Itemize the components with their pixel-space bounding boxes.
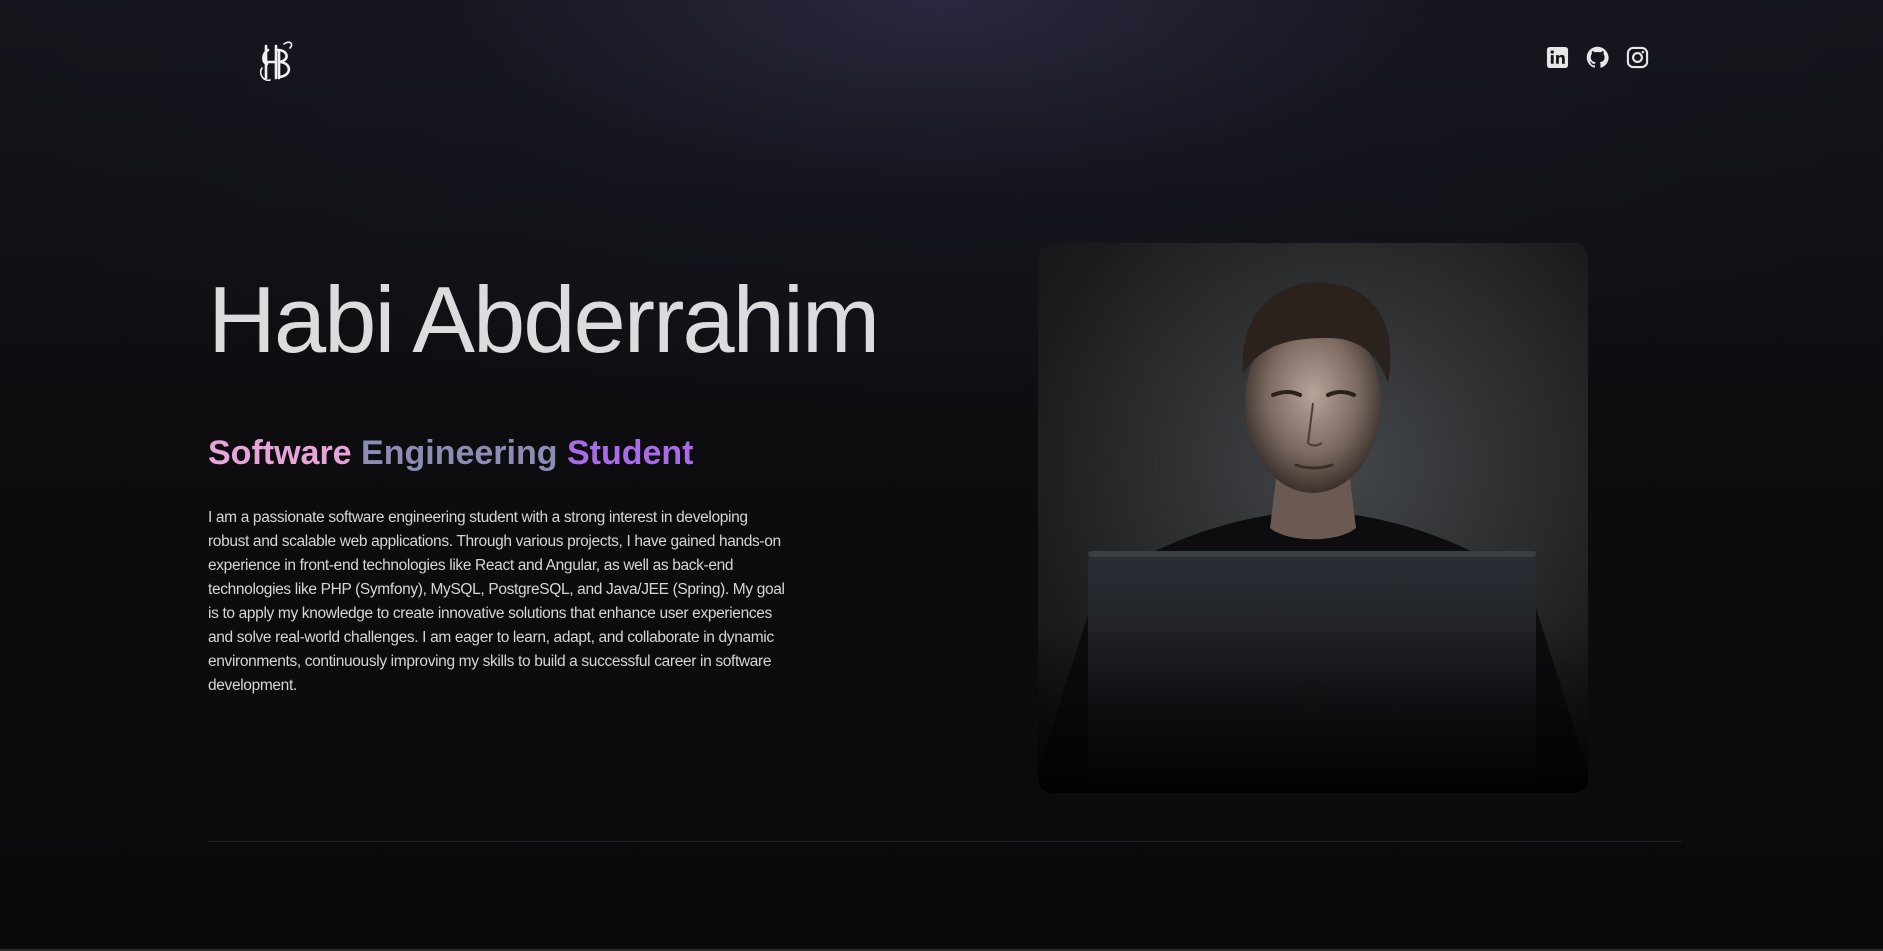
hb-monogram-logo: [259, 41, 293, 82]
hero-bio: I am a passionate software engineering s…: [208, 509, 785, 694]
role-word-student: Student: [566, 434, 694, 472]
profile-photo: [1038, 243, 1588, 793]
instagram-icon[interactable]: [1626, 46, 1649, 69]
github-icon[interactable]: [1586, 46, 1609, 69]
logo[interactable]: [254, 38, 300, 88]
role-word-software: Software: [208, 434, 352, 472]
hero-name: Habi Abderrahim: [208, 267, 880, 372]
section-divider: [208, 841, 1682, 842]
linkedin-icon[interactable]: [1546, 46, 1569, 69]
role-word-engineering: Engineering: [361, 434, 558, 472]
portfolio-page: Habi Abderrahim Software Engineering Stu…: [0, 0, 1883, 951]
site-header: [0, 0, 1883, 126]
social-links: [1546, 46, 1649, 69]
person-with-laptop-illustration: [1038, 282, 1588, 793]
hero-role: Software Engineering Student: [208, 433, 694, 474]
